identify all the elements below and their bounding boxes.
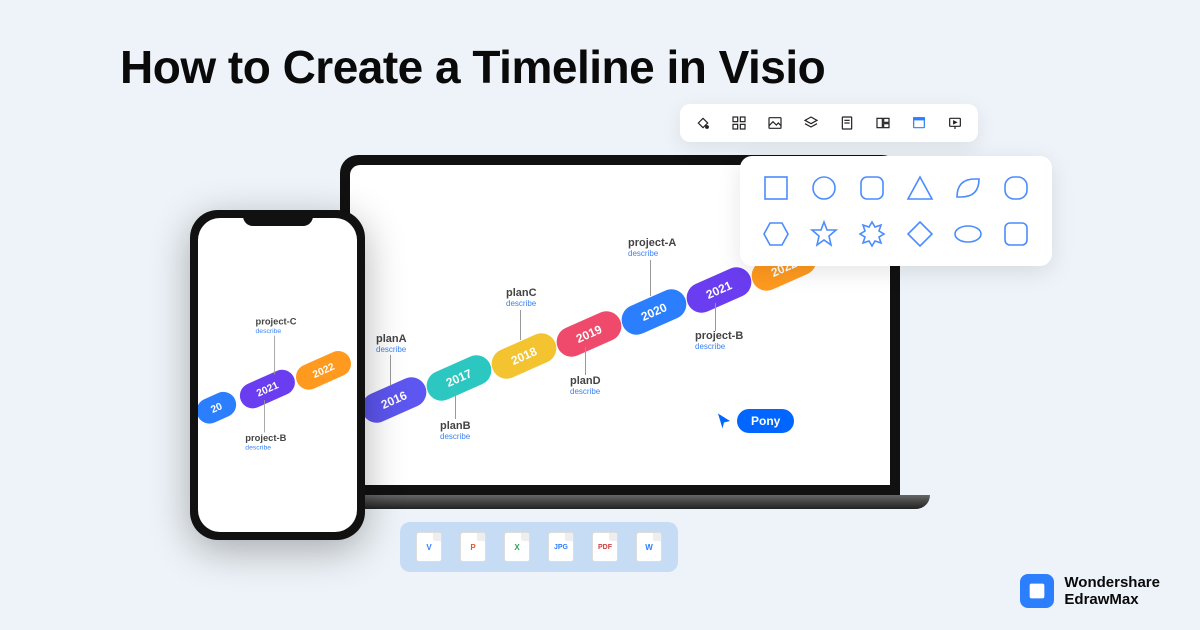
theme-icon[interactable] [910,114,928,132]
shape-leaf[interactable] [950,170,986,206]
shape-square[interactable] [758,170,794,206]
collaborator-cursor: Pony [715,409,794,433]
timeline-callout: project-Cdescribe [256,317,297,335]
timeline-segment: 2019 [552,306,626,361]
image-icon[interactable] [766,114,784,132]
laptop-base [310,495,930,509]
cursor-icon [715,412,733,430]
present-icon[interactable] [946,114,964,132]
page-title: How to Create a Timeline in Visio [120,40,825,94]
edrawmax-logo-icon [1020,574,1054,608]
arrange-icon[interactable] [874,114,892,132]
shape-rounded-rect[interactable] [998,170,1034,206]
callout-connector [274,336,275,375]
callout-connector [455,391,456,419]
shape-rounded-square2[interactable] [998,216,1034,252]
timeline-segment: 2022 [292,347,355,394]
phone-notch [243,210,313,226]
format-word[interactable]: W [636,532,662,562]
shape-rounded-square[interactable] [854,170,890,206]
phone-canvas: 20 2021 2022 project-Cdescribe project-B… [198,218,357,532]
callout-connector [715,303,716,331]
callout-connector [264,400,265,432]
shape-circle[interactable] [806,170,842,206]
fill-icon[interactable] [694,114,712,132]
timeline-segment: 2017 [422,350,496,405]
callout-connector [650,260,651,296]
timeline-callout: planCdescribe [506,287,537,308]
grid-icon[interactable] [730,114,748,132]
format-visio[interactable]: V [416,532,442,562]
timeline-diagram-mobile: 20 2021 2022 project-Cdescribe project-B… [198,268,357,489]
brand-name: Wondershare EdrawMax [1064,574,1160,609]
phone-mockup: 20 2021 2022 project-Cdescribe project-B… [190,210,365,540]
page-icon[interactable] [838,114,856,132]
shape-burst[interactable] [854,216,890,252]
callout-connector [520,310,521,340]
timeline-callout: project-Bdescribe [695,330,743,351]
timeline-segment: 20 [198,388,240,428]
timeline-callout: project-Bdescribe [245,433,286,451]
format-pdf[interactable]: PDF [592,532,618,562]
format-jpg[interactable]: JPG [548,532,574,562]
shape-diamond[interactable] [902,216,938,252]
shape-triangle[interactable] [902,170,938,206]
export-formats: V P X JPG PDF W [400,522,678,572]
shape-star[interactable] [806,216,842,252]
timeline-callout: planDdescribe [570,375,601,396]
timeline-callout: planBdescribe [440,420,471,441]
format-powerpoint[interactable]: P [460,532,486,562]
layers-icon[interactable] [802,114,820,132]
toolbar [680,104,978,142]
timeline-segment: 2016 [357,372,431,427]
timeline-segment: 2018 [487,328,561,383]
timeline-segment: 2021 [682,262,756,317]
callout-connector [390,355,391,385]
timeline-callout: planAdescribe [376,333,407,354]
timeline-segment: 2020 [617,284,691,339]
shape-ellipse[interactable] [950,216,986,252]
shape-palette [740,156,1052,266]
shape-hexagon[interactable] [758,216,794,252]
callout-connector [585,347,586,375]
brand-logo-block: Wondershare EdrawMax [1020,574,1160,609]
collaborator-name: Pony [737,409,794,433]
timeline-callout: project-Adescribe [628,237,676,258]
format-excel[interactable]: X [504,532,530,562]
timeline-segment: 2021 [236,366,299,413]
